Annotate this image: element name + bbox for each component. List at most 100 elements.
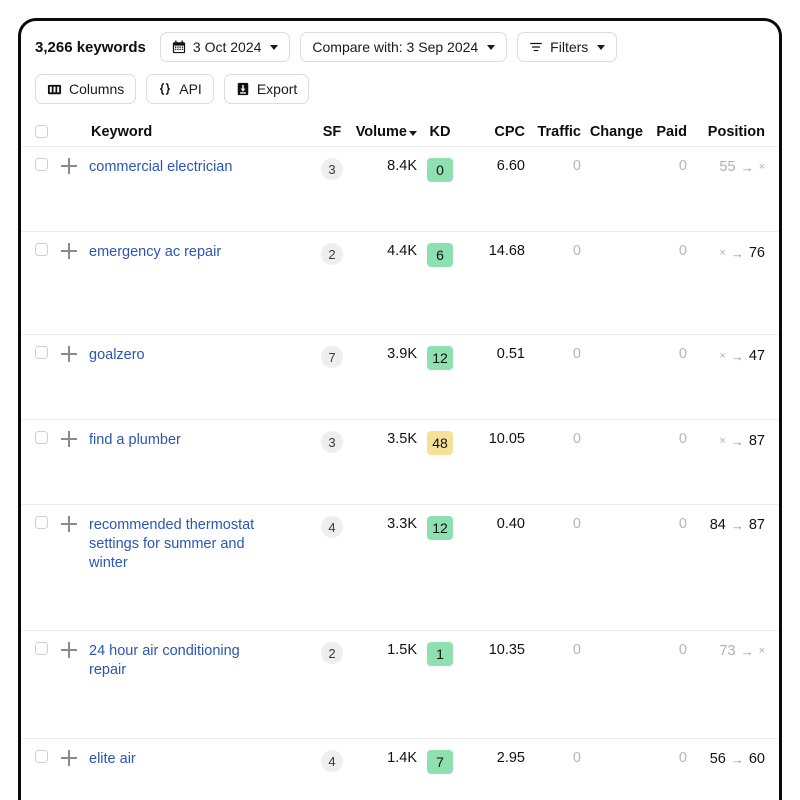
keyword-link[interactable]: find a plumber — [89, 431, 279, 450]
keyword-cell: recommended thermostat settings for summ… — [89, 505, 309, 630]
plus-icon[interactable] — [61, 750, 77, 766]
compare-date-button[interactable]: Compare with: 3 Sep 2024 — [300, 32, 508, 62]
row-checkbox[interactable] — [35, 642, 48, 655]
arrow-right-icon: → — [740, 159, 754, 175]
export-label: Export — [256, 81, 298, 97]
screenshot-root: 3,266 keywords 3 Oct 2024 Compare with: … — [0, 0, 800, 800]
kd-cell: 1 — [417, 631, 463, 738]
change-cell — [581, 147, 643, 231]
keyword-cell: find a plumber — [89, 420, 309, 504]
export-button[interactable]: Export — [223, 74, 310, 104]
table-row[interactable]: commercial electrician 3 8.4K 0 6.60 0 0… — [21, 147, 779, 232]
table-body: commercial electrician 3 8.4K 0 6.60 0 0… — [21, 147, 779, 800]
sf-badge: 3 — [321, 431, 343, 453]
change-cell — [581, 335, 643, 419]
sf-cell: 4 — [309, 739, 355, 800]
row-select-cell — [35, 335, 61, 419]
kd-cell: 48 — [417, 420, 463, 504]
download-icon — [236, 82, 250, 96]
sort-desc-icon — [409, 130, 417, 136]
position-change: 73 → × — [719, 643, 765, 659]
column-header-cpc[interactable]: CPC — [463, 124, 525, 140]
position-cell: × → 76 — [687, 232, 765, 334]
traffic-cell: 0 — [572, 516, 581, 532]
sf-badge: 4 — [321, 516, 343, 538]
change-cell — [581, 739, 643, 800]
columns-button[interactable]: Columns — [35, 74, 137, 104]
keyword-link[interactable]: elite air — [89, 750, 279, 769]
volume-cell: 3.9K — [387, 346, 417, 362]
keyword-link[interactable]: goalzero — [89, 346, 279, 365]
filters-button[interactable]: Filters — [517, 32, 618, 62]
calendar-icon — [172, 40, 186, 54]
table-row[interactable]: find a plumber 3 3.5K 48 10.05 0 0 × → 8… — [21, 420, 779, 505]
column-header-sf[interactable]: SF — [309, 124, 355, 140]
position-change: × → 87 — [719, 433, 765, 449]
date-picker-button[interactable]: 3 Oct 2024 — [159, 32, 291, 62]
position-change: 55 → × — [719, 159, 765, 175]
position-change: 84 → 87 — [710, 517, 765, 533]
plus-icon[interactable] — [61, 346, 77, 362]
column-header-position[interactable]: Position — [687, 124, 765, 140]
traffic-cell: 0 — [572, 243, 581, 259]
keyword-link[interactable]: emergency ac repair — [89, 243, 279, 262]
column-header-change[interactable]: Change — [581, 124, 643, 140]
paid-cell: 0 — [678, 431, 687, 447]
position-to: 87 — [748, 517, 765, 533]
traffic-cell: 0 — [572, 642, 581, 658]
plus-icon[interactable] — [61, 431, 77, 447]
keyword-link[interactable]: 24 hour air conditioning repair — [89, 642, 279, 680]
row-add-cell — [61, 147, 89, 231]
kd-cell: 0 — [417, 147, 463, 231]
plus-icon[interactable] — [61, 642, 77, 658]
keyword-link[interactable]: recommended thermostat settings for summ… — [89, 516, 279, 573]
row-checkbox[interactable] — [35, 431, 48, 444]
toolbar-row-primary: 3,266 keywords 3 Oct 2024 Compare with: … — [35, 31, 765, 63]
row-add-cell — [61, 335, 89, 419]
table-row[interactable]: recommended thermostat settings for summ… — [21, 505, 779, 631]
table-row[interactable]: emergency ac repair 2 4.4K 6 14.68 0 0 ×… — [21, 232, 779, 335]
cpc-cell: 0.40 — [496, 516, 525, 532]
column-header-paid[interactable]: Paid — [643, 124, 687, 140]
plus-icon[interactable] — [61, 516, 77, 532]
arrow-right-icon: → — [740, 643, 754, 659]
volume-cell: 1.5K — [387, 642, 417, 658]
arrow-right-icon: → — [730, 751, 744, 767]
table-row[interactable]: goalzero 7 3.9K 12 0.51 0 0 × → 47 — [21, 335, 779, 420]
paid-cell: 0 — [678, 243, 687, 259]
traffic-cell: 0 — [572, 346, 581, 362]
volume-cell: 3.5K — [387, 431, 417, 447]
table-row[interactable]: 24 hour air conditioning repair 2 1.5K 1… — [21, 631, 779, 739]
paid-cell: 0 — [678, 750, 687, 766]
keyword-link[interactable]: commercial electrician — [89, 158, 279, 177]
position-from: × — [719, 350, 726, 362]
row-checkbox[interactable] — [35, 158, 48, 171]
arrow-right-icon: → — [730, 348, 744, 364]
paid-cell: 0 — [678, 642, 687, 658]
kd-badge: 7 — [427, 750, 453, 774]
kd-badge: 48 — [427, 431, 453, 455]
row-checkbox[interactable] — [35, 516, 48, 529]
position-change: × → 76 — [719, 245, 765, 261]
sf-cell: 4 — [309, 505, 355, 630]
sf-badge: 3 — [321, 158, 343, 180]
column-header-kd[interactable]: KD — [417, 124, 463, 140]
row-add-cell — [61, 505, 89, 630]
column-header-keyword[interactable]: Keyword — [89, 124, 309, 140]
plus-icon[interactable] — [61, 158, 77, 174]
keyword-cell: 24 hour air conditioning repair — [89, 631, 309, 738]
select-all-checkbox[interactable] — [35, 125, 48, 138]
keyword-cell: emergency ac repair — [89, 232, 309, 334]
table-row[interactable]: elite air 4 1.4K 7 2.95 0 0 56 → 60 — [21, 739, 779, 800]
row-checkbox[interactable] — [35, 243, 48, 256]
column-header-volume[interactable]: Volume — [355, 124, 417, 140]
api-button[interactable]: API — [146, 74, 214, 104]
plus-icon[interactable] — [61, 243, 77, 259]
kd-badge: 1 — [427, 642, 453, 666]
row-checkbox[interactable] — [35, 346, 48, 359]
row-checkbox[interactable] — [35, 750, 48, 763]
paid-cell: 0 — [678, 158, 687, 174]
kd-badge: 0 — [427, 158, 453, 182]
column-header-traffic[interactable]: Traffic — [525, 124, 581, 140]
chevron-down-icon — [597, 44, 606, 50]
